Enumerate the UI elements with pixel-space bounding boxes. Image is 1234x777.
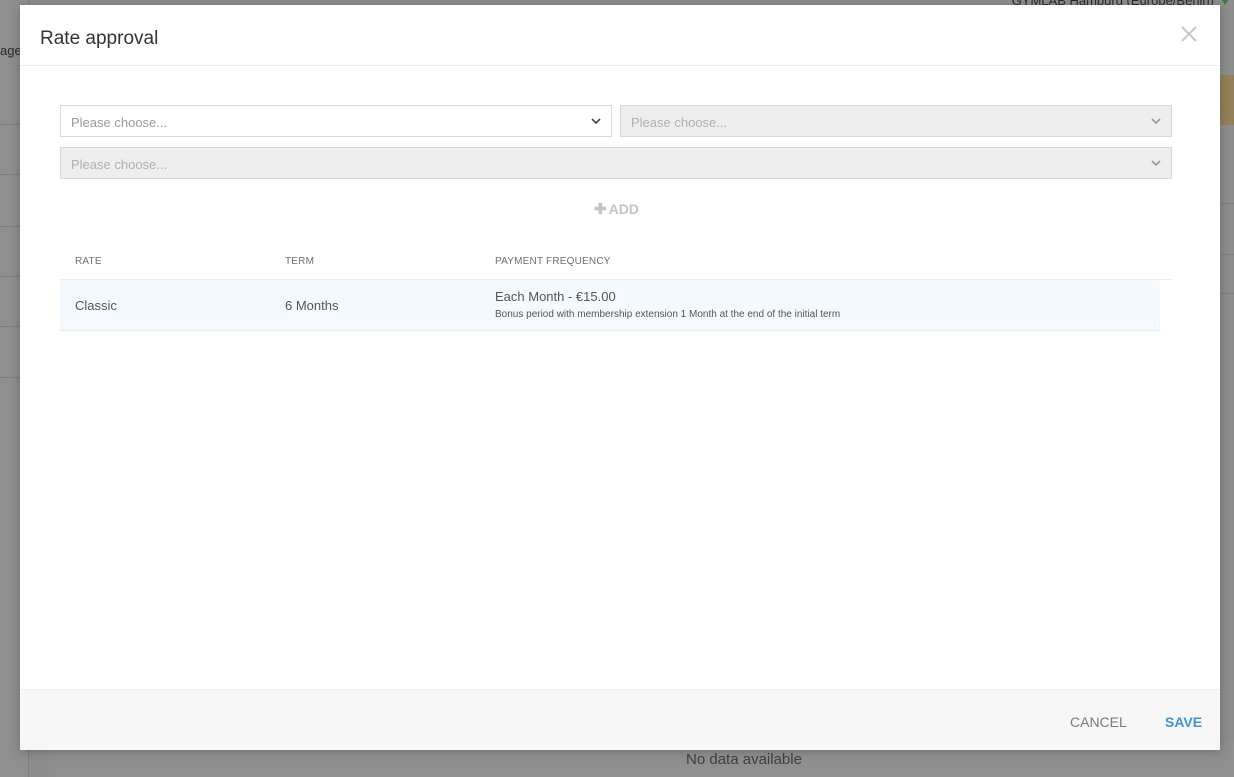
save-button[interactable]: SAVE bbox=[1165, 714, 1202, 730]
column-header-rate: RATE bbox=[75, 256, 102, 267]
add-button[interactable]: ✚ ADD bbox=[594, 200, 639, 218]
background-nav-text: age bbox=[0, 43, 22, 58]
cancel-button[interactable]: CANCEL bbox=[1070, 714, 1127, 730]
no-data-text: No data available bbox=[686, 751, 802, 768]
chevron-down-icon bbox=[1151, 160, 1161, 167]
modal-header: Rate approval bbox=[20, 5, 1220, 66]
payment-cell: Each Month - €15.00 bbox=[495, 289, 616, 304]
column-header-term: TERM bbox=[285, 256, 315, 267]
chevron-down-icon bbox=[1151, 118, 1161, 125]
add-button-label: ADD bbox=[608, 201, 639, 217]
payment-note: Bonus period with membership extension 1… bbox=[495, 309, 841, 320]
payment-frequency-select-placeholder: Please choose... bbox=[71, 157, 168, 172]
divider bbox=[1220, 203, 1234, 204]
term-select-placeholder: Please choose... bbox=[631, 115, 728, 130]
payment-frequency-select[interactable]: Please choose... bbox=[60, 147, 1172, 179]
term-select[interactable]: Please choose... bbox=[620, 105, 1172, 137]
chevron-down-icon bbox=[591, 118, 601, 125]
table-row[interactable]: Classic 6 Months Each Month - €15.00 Bon… bbox=[60, 280, 1160, 331]
term-cell: 6 Months bbox=[285, 298, 339, 313]
divider bbox=[1220, 254, 1234, 255]
column-header-payment-frequency: PAYMENT FREQUENCY bbox=[495, 256, 611, 267]
rate-select-placeholder: Please choose... bbox=[71, 115, 168, 130]
background-highlight bbox=[1220, 75, 1234, 125]
location-dropdown-icon bbox=[1220, 0, 1230, 5]
plus-icon: ✚ bbox=[594, 201, 607, 218]
rate-cell: Classic bbox=[75, 298, 117, 313]
close-icon bbox=[1181, 26, 1197, 42]
modal-title: Rate approval bbox=[40, 28, 159, 49]
rate-select[interactable]: Please choose... bbox=[60, 105, 612, 137]
modal-footer: CANCEL SAVE bbox=[20, 689, 1220, 750]
close-button[interactable] bbox=[1180, 22, 1200, 46]
rate-approval-modal: Rate approval Please choose... Please ch… bbox=[20, 5, 1220, 750]
divider bbox=[1220, 293, 1234, 294]
